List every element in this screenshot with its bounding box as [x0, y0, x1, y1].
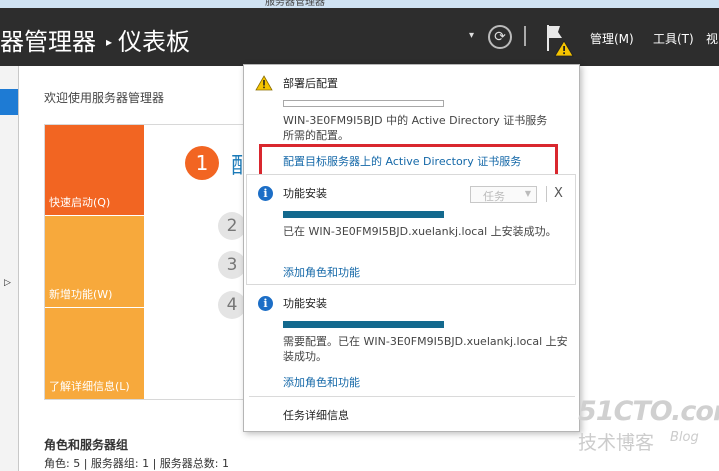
progress-bar — [283, 211, 444, 218]
close-icon[interactable]: X — [554, 186, 563, 201]
menu-view[interactable]: 视 — [706, 30, 718, 47]
expand-arrow-icon[interactable]: ▷ — [4, 278, 11, 288]
step-2-badge: 2 — [218, 212, 246, 240]
tile-learn-more[interactable]: 了解详细信息(L) — [45, 308, 144, 399]
progress-bar — [283, 100, 444, 107]
task-dropdown-label: 任务 — [483, 190, 505, 203]
chevron-down-icon: ▼ — [524, 189, 531, 198]
roles-summary: 角色: 5 | 服务器组: 1 | 服务器总数: 1 — [44, 457, 230, 470]
warning-icon — [255, 75, 273, 91]
tile-whats-new[interactable]: 新增功能(W) — [45, 216, 144, 307]
breadcrumb-separator-icon: ▸ — [106, 35, 113, 49]
tile-label: 快速启动(Q) — [49, 196, 111, 209]
notification-text: 已在 WIN-3E0FM9I5BJD.xuelankj.local 上安装成功。 — [283, 225, 557, 238]
highlight-annotation — [259, 144, 558, 177]
left-navigation: ▷ — [0, 66, 19, 471]
welcome-title: 欢迎使用服务器管理器 — [44, 91, 165, 105]
step-3-badge: 3 — [218, 251, 246, 279]
window-title: 服务器管理器 — [265, 0, 325, 8]
divider — [546, 186, 547, 202]
watermark-blog: Blog — [670, 430, 699, 445]
window-title-bar: 服务器管理器 — [0, 0, 719, 8]
tile-quick-start[interactable]: 快速启动(Q) — [45, 125, 144, 215]
task-details-link[interactable]: 任务详细信息 — [283, 407, 349, 423]
refresh-button[interactable]: ⟳ — [488, 25, 512, 49]
header-divider — [524, 26, 526, 46]
menu-manage[interactable]: 管理(M) — [590, 30, 634, 47]
chevron-down-icon[interactable]: ▾ — [469, 30, 474, 41]
watermark-logo: 51CTO.com — [578, 396, 719, 427]
notification-text: WIN-3E0FM9I5BJD 中的 Active Directory 证书服务… — [283, 114, 548, 142]
refresh-icon: ⟳ — [494, 29, 506, 45]
menu-tools[interactable]: 工具(T) — [653, 30, 694, 47]
progress-bar — [283, 321, 444, 328]
nav-item-dashboard[interactable] — [0, 89, 18, 115]
header-bar: 器管理器 ▸ 仪表板 ▾ ⟳ 管理(M) 工具(T) 视 — [0, 8, 719, 66]
task-dropdown[interactable]: 任务 ▼ — [470, 186, 537, 203]
notification-text: 需要配置。已在 WIN-3E0FM9I5BJD.xuelankj.local 上… — [283, 335, 568, 363]
flag-warning-icon — [547, 25, 574, 57]
tile-label: 了解详细信息(L) — [49, 380, 130, 393]
notification-title: 部署后配置 — [283, 77, 338, 90]
step-1-badge: 1 — [185, 146, 219, 180]
watermark-sub: 技术博客 — [578, 432, 655, 454]
info-icon: i — [258, 296, 273, 311]
panel-divider — [249, 396, 575, 397]
breadcrumb-root[interactable]: 器管理器 — [0, 28, 96, 56]
notification-title: 功能安装 — [283, 187, 327, 200]
add-roles-link[interactable]: 添加角色和功能 — [283, 374, 360, 390]
breadcrumb-current: 仪表板 — [118, 28, 191, 56]
step-1-link[interactable]: 配置此本地服务器 — [231, 148, 243, 180]
add-roles-link[interactable]: 添加角色和功能 — [283, 264, 360, 280]
notification-title: 功能安装 — [283, 297, 327, 310]
roles-section-title: 角色和服务器组 — [44, 438, 129, 452]
notifications-flag-button[interactable] — [542, 21, 578, 57]
info-icon: i — [258, 186, 273, 201]
step-4-badge: 4 — [218, 291, 246, 319]
tile-label: 新增功能(W) — [49, 288, 113, 301]
breadcrumb: 器管理器 ▸ 仪表板 — [0, 22, 190, 57]
